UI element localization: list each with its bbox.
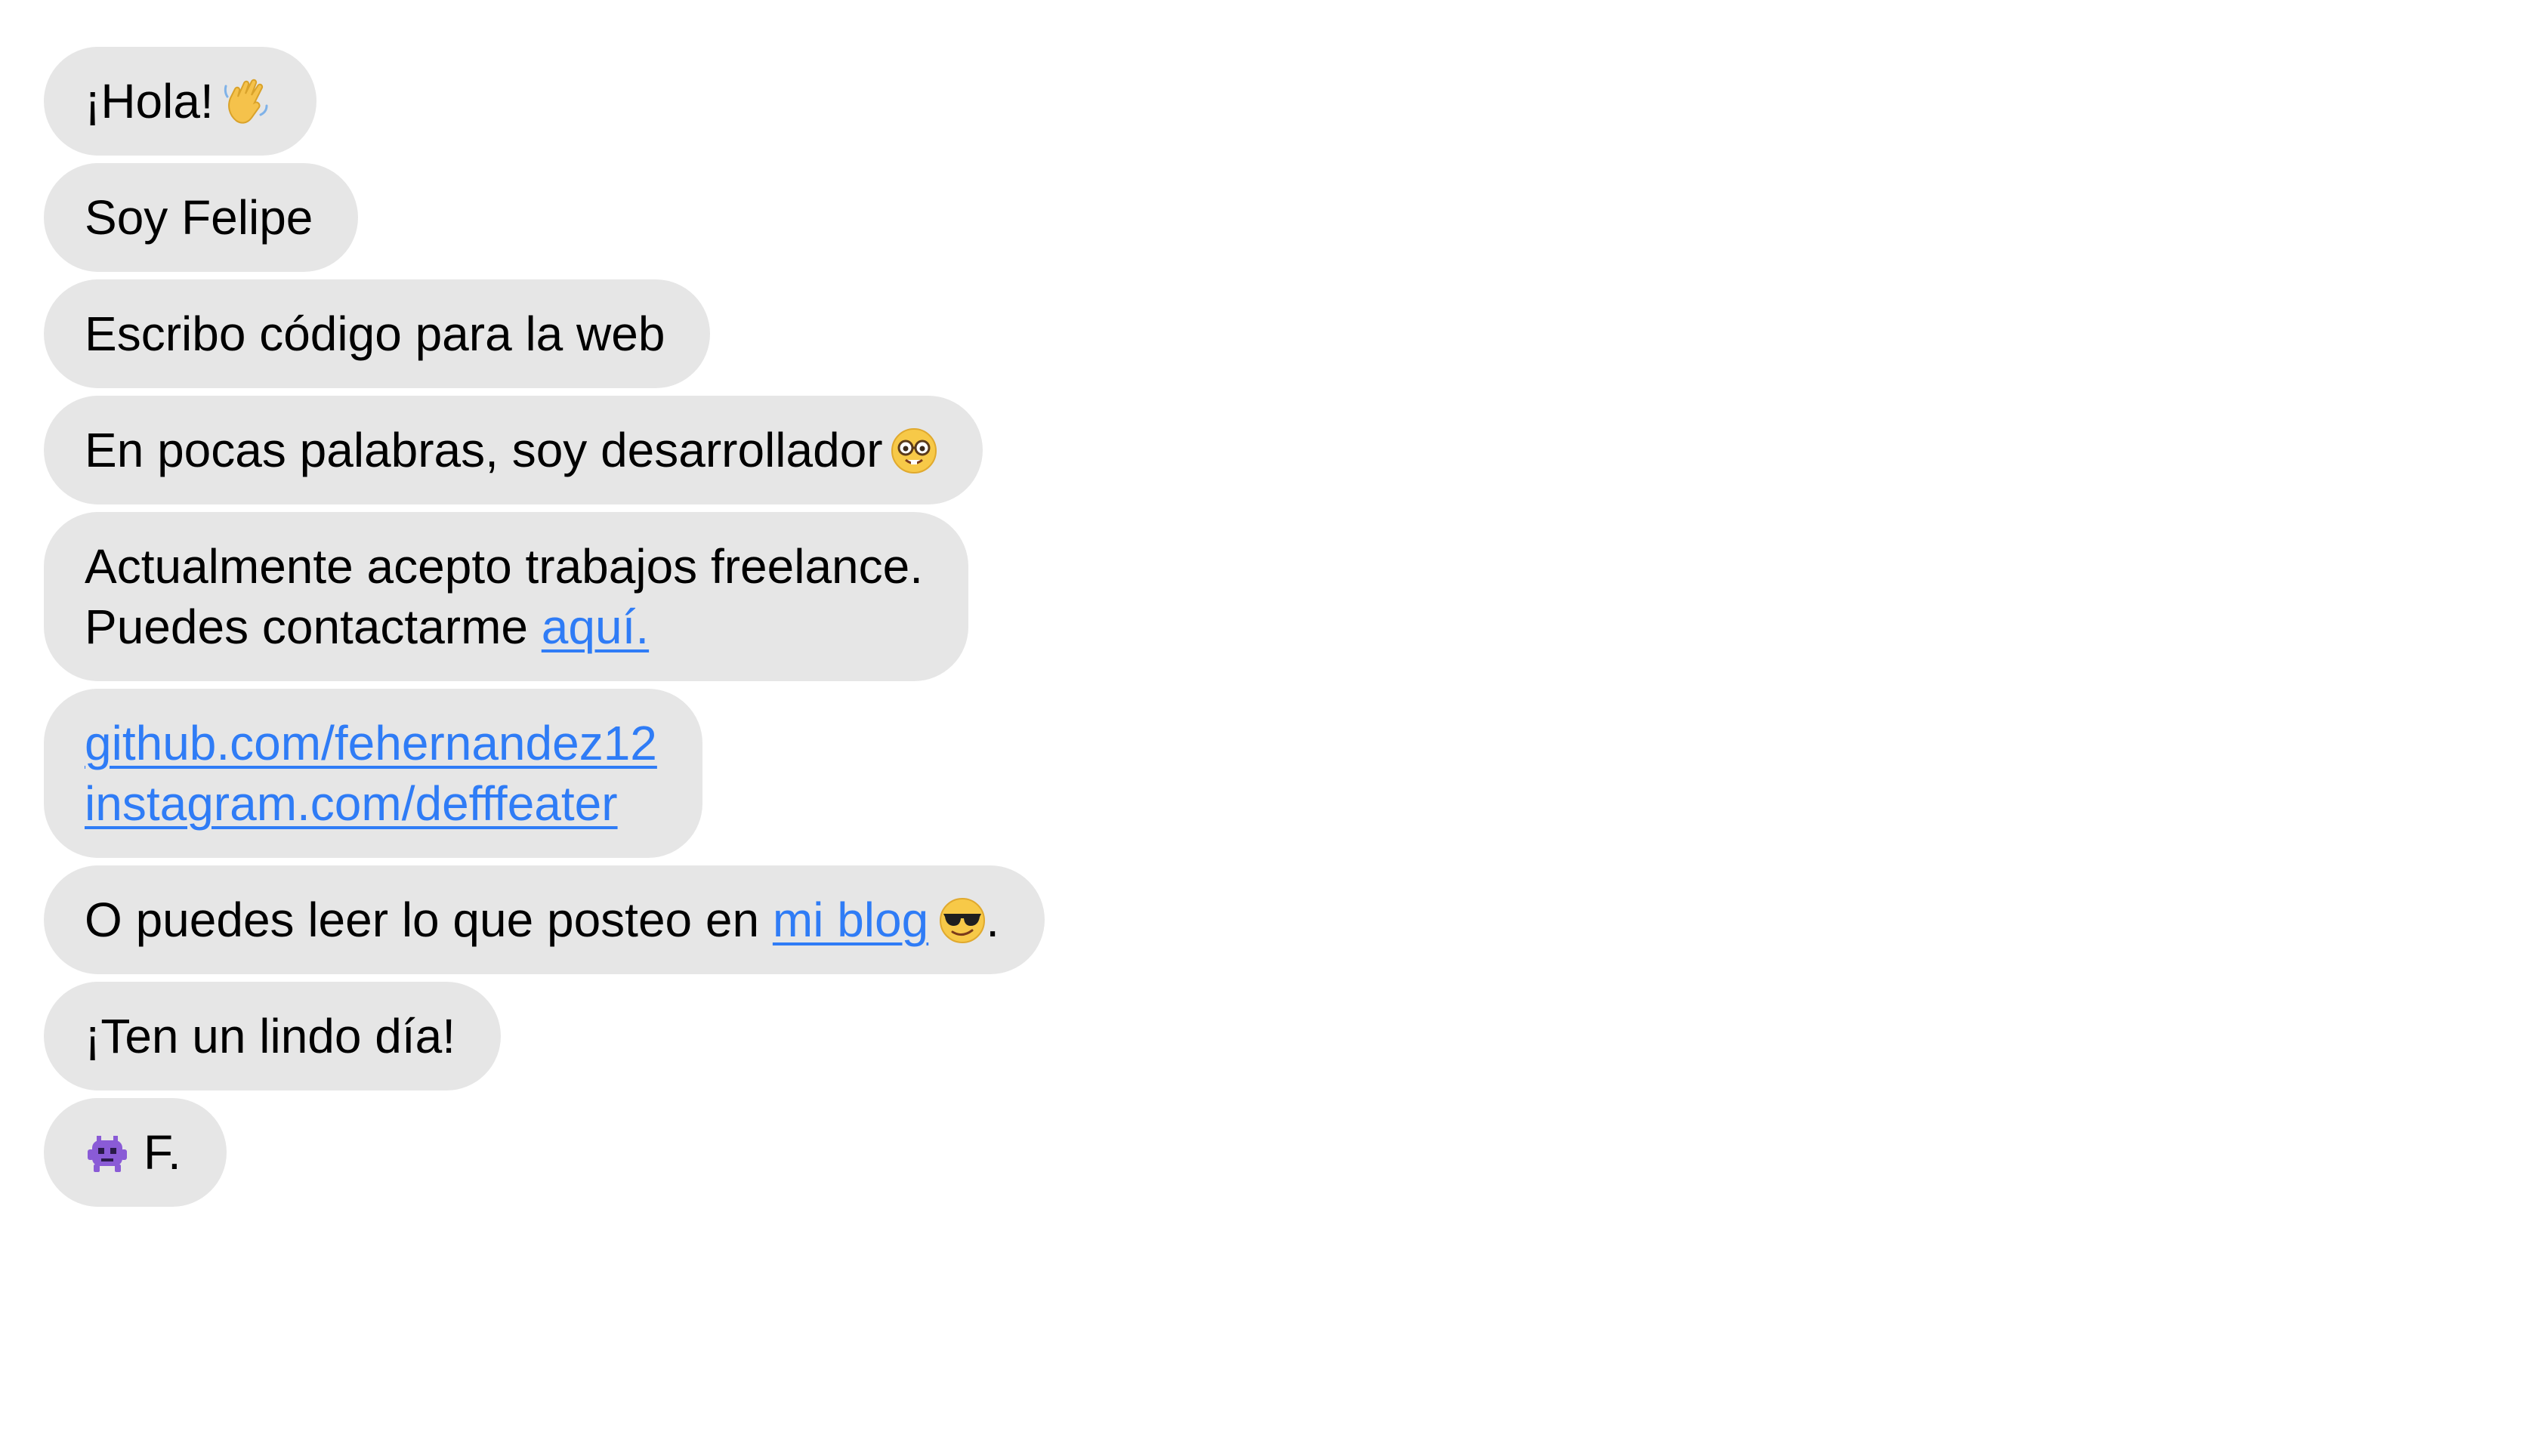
contact-link[interactable]: aquí.	[542, 600, 649, 654]
freelance-line-2: Puedes contactarme aquí.	[85, 597, 923, 657]
message-bubble-developer: En pocas palabras, soy desarrollador	[44, 396, 983, 504]
chat-thread: ¡Hola! Soy Felipe Escribo código para la…	[44, 47, 1045, 1207]
alien-monster-icon	[85, 1131, 130, 1177]
message-bubble-blog: O puedes leer lo que posteo en mi blog .	[44, 865, 1045, 974]
farewell-text: ¡Ten un lindo día!	[85, 1009, 455, 1063]
blog-prefix-text: O puedes leer lo que posteo en	[85, 893, 760, 947]
message-bubble-greeting: ¡Hola!	[44, 47, 316, 156]
greeting-text: ¡Hola!	[85, 74, 214, 128]
nerd-face-icon	[891, 427, 937, 474]
github-link[interactable]: github.com/fehernandez12	[85, 713, 657, 773]
message-bubble-farewell: ¡Ten un lindo día!	[44, 982, 501, 1090]
message-bubble-freelance: Actualmente acepto trabajos freelance. P…	[44, 512, 968, 681]
blog-link-text[interactable]: mi blog	[773, 893, 928, 947]
message-bubble-social: github.com/fehernandez12 instagram.com/d…	[44, 689, 702, 858]
message-bubble-name: Soy Felipe	[44, 163, 359, 272]
freelance-contact-text: Puedes contactarme	[85, 600, 528, 654]
developer-text: En pocas palabras, soy desarrollador	[85, 423, 883, 477]
name-text: Soy Felipe	[85, 190, 313, 245]
code-text: Escribo código para la web	[85, 307, 665, 361]
blog-link[interactable]: mi blog	[773, 893, 986, 947]
message-bubble-signature: F.	[44, 1098, 227, 1207]
freelance-line-1: Actualmente acepto trabajos freelance.	[85, 539, 923, 594]
instagram-link[interactable]: instagram.com/defffeater	[85, 773, 657, 834]
sunglasses-face-icon[interactable]	[939, 897, 986, 944]
message-bubble-code: Escribo código para la web	[44, 279, 711, 388]
blog-suffix-text: .	[986, 893, 999, 947]
signature-text: F.	[144, 1125, 181, 1180]
waving-hand-icon	[221, 76, 271, 125]
